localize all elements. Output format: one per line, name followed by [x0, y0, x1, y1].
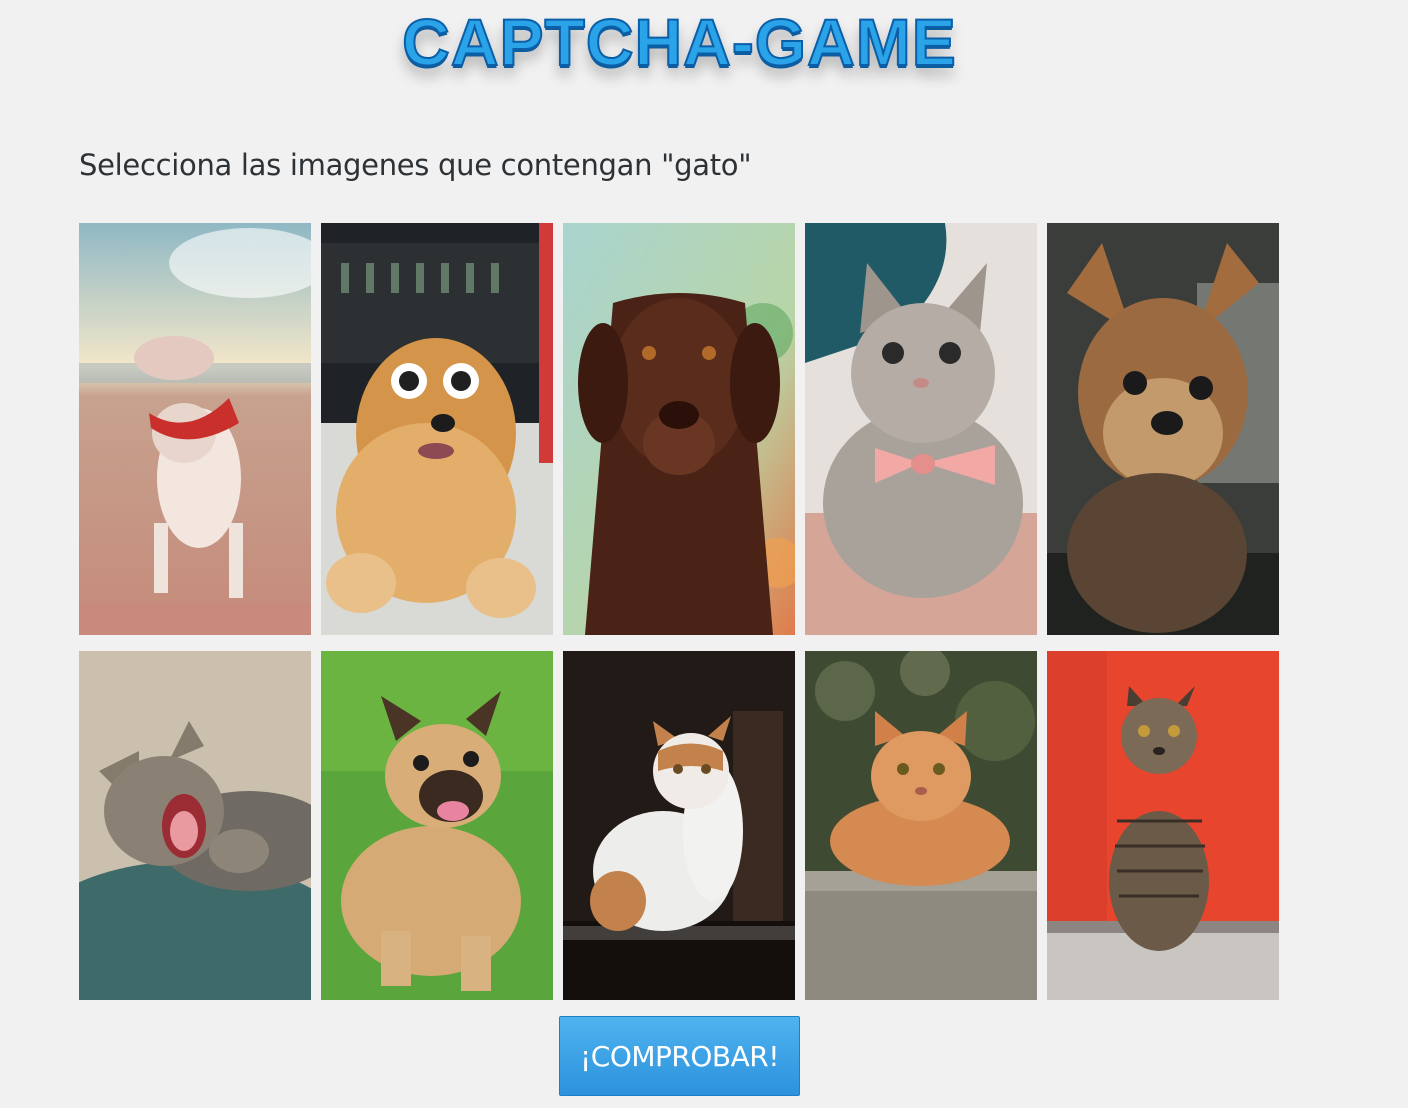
image-tile-cat-white[interactable]	[563, 651, 795, 1000]
dog-sunglasses-image	[321, 223, 553, 635]
cat-orange-image	[805, 651, 1037, 1000]
cat-white-image	[563, 651, 795, 1000]
dog-beach-image	[79, 223, 311, 635]
dog-frenchie-image	[321, 651, 553, 1000]
dog-labrador-image	[563, 223, 795, 635]
image-tile-dog-frenchie[interactable]	[321, 651, 553, 1000]
check-button[interactable]: ¡COMPROBAR!	[559, 1016, 800, 1096]
image-grid	[79, 223, 1279, 1000]
image-tile-dog-beach[interactable]	[79, 223, 311, 635]
cat-bowtie-image	[805, 223, 1037, 635]
page-title: CAPTCHA-GAME	[401, 4, 957, 80]
image-tile-dog-sunglasses[interactable]	[321, 223, 553, 635]
image-tile-cat-red[interactable]	[1047, 651, 1279, 1000]
captcha-prompt: Selecciona las imagenes que contengan "g…	[79, 148, 752, 182]
image-tile-cat-orange[interactable]	[805, 651, 1037, 1000]
dog-yorkie-image	[1047, 223, 1279, 635]
cat-yawning-image	[79, 651, 311, 1000]
captcha-page: CAPTCHA-GAME Selecciona las imagenes que…	[0, 0, 1408, 1108]
image-tile-cat-yawning[interactable]	[79, 651, 311, 1000]
cat-red-image	[1047, 651, 1279, 1000]
image-tile-cat-bowtie[interactable]	[805, 223, 1037, 635]
image-tile-dog-yorkie[interactable]	[1047, 223, 1279, 635]
image-tile-dog-labrador[interactable]	[563, 223, 795, 635]
